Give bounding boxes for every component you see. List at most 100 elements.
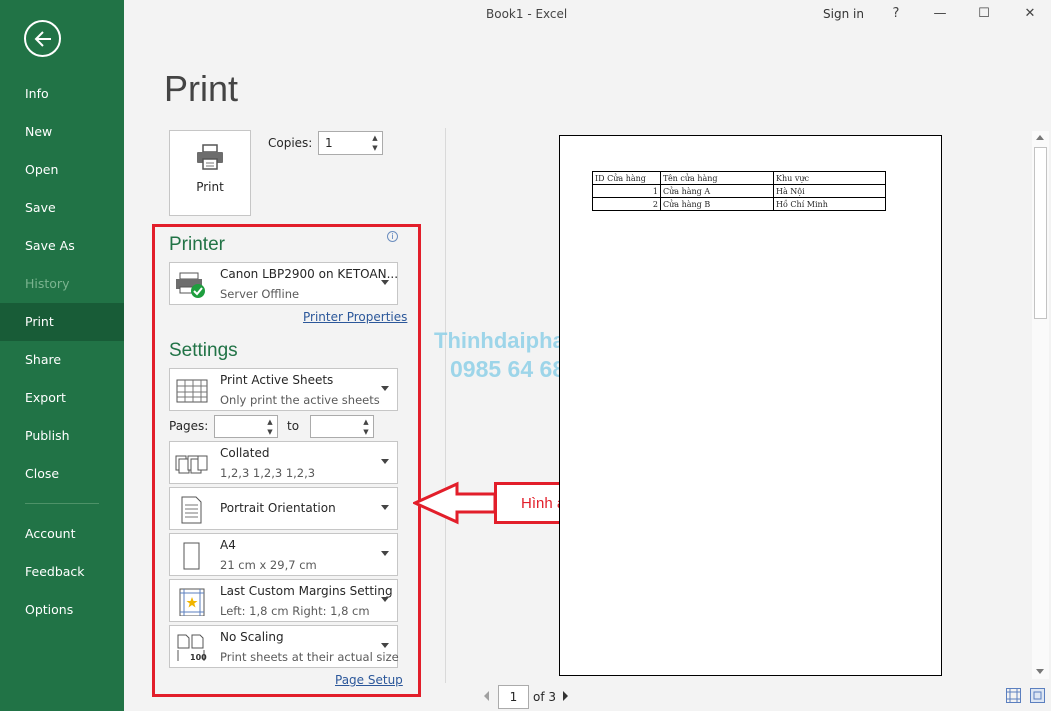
back-button[interactable] [24,20,61,57]
printer-dropdown[interactable]: Canon LBP2900 on KETOAN... Server Offlin… [169,262,398,305]
preview-scrollbar[interactable] [1032,131,1049,679]
collation-main: Collated [220,446,270,460]
nav-publish[interactable]: Publish [0,417,124,455]
zoom-to-page-icon[interactable] [1030,688,1045,703]
print-button[interactable]: Print [169,130,251,216]
table-row: ID Cửa hàng Tên cửa hàng Khu vực [592,171,886,185]
printer-status: Server Offline [220,287,300,301]
table-header-cell: ID Cửa hàng [592,171,661,185]
scaling-sub: Print sheets at their actual size [220,650,399,664]
scroll-up-icon[interactable] [1036,135,1044,140]
minimize-icon[interactable]: — [930,6,950,21]
nav-save[interactable]: Save [0,189,124,227]
page-count: of 3 [533,690,557,704]
orientation-main: Portrait Orientation [220,501,336,515]
scaling-dropdown[interactable]: 100 No Scaling Print sheets at their act… [169,625,399,668]
paper-size-dropdown[interactable]: A4 21 cm x 29,7 cm [169,533,398,576]
prev-page-icon[interactable] [484,691,489,701]
scaling-main: No Scaling [220,630,284,644]
nav-new[interactable]: New [0,113,124,151]
spin-down-icon[interactable]: ▼ [359,427,373,438]
info-icon[interactable]: i [387,231,398,242]
table-row: 1 Cửa hàng A Hà Nội [592,184,886,198]
collation-sub: 1,2,3 1,2,3 1,2,3 [220,466,316,480]
nav-options[interactable]: Options [0,591,124,629]
margins-main: Last Custom Margins Setting [220,584,393,598]
table-cell: 2 [592,197,661,211]
table-cell: Hồ Chí Minh [773,197,886,211]
paper-size-sub: 21 cm x 29,7 cm [220,558,317,572]
nav-info[interactable]: Info [0,75,124,113]
pages-to-label: to [287,419,300,433]
paper-size-main: A4 [220,538,236,552]
chevron-down-icon [381,643,389,648]
current-page-input[interactable]: 1 [498,685,529,709]
print-button-label: Print [196,180,224,194]
printer-properties-link[interactable]: Printer Properties [303,310,407,324]
copies-stepper[interactable]: 1 ▲ ▼ [318,131,383,155]
sheet-grid-icon [176,379,208,403]
print-what-main: Print Active Sheets [220,373,334,387]
nav-share[interactable]: Share [0,341,124,379]
print-preview-page: ID Cửa hàng Tên cửa hàng Khu vực 1 Cửa h… [559,135,942,676]
maximize-icon[interactable]: ☐ [974,6,994,21]
nav-divider [25,503,99,504]
nav-account[interactable]: Account [0,515,124,553]
printer-section-title: Printer [169,234,225,255]
scroll-down-icon[interactable] [1036,669,1044,674]
sign-in-link[interactable]: Sign in [823,7,864,21]
pages-from-input[interactable]: ▲ ▼ [214,415,278,438]
table-cell: Hà Nội [773,184,886,198]
print-what-sub: Only print the active sheets [220,393,380,407]
chevron-down-icon [381,459,389,464]
page-setup-link[interactable]: Page Setup [335,673,403,687]
spin-down-icon[interactable]: ▼ [368,143,382,154]
help-icon[interactable]: ? [886,6,906,21]
collation-dropdown[interactable]: Collated 1,2,3 1,2,3 1,2,3 [169,441,398,484]
window-title: Book1 - Excel [486,7,568,21]
margins-sub: Left: 1,8 cm Right: 1,8 cm [220,604,370,618]
copies-value: 1 [325,136,333,150]
table-cell: 1 [592,184,661,198]
settings-section-title: Settings [169,340,238,361]
next-page-icon[interactable] [563,691,568,701]
show-margins-icon[interactable] [1006,688,1021,703]
spin-down-icon[interactable]: ▼ [263,427,277,438]
print-what-dropdown[interactable]: Print Active Sheets Only print the activ… [169,368,398,411]
scaling-icon-label: 100 [190,653,207,662]
orientation-dropdown[interactable]: Portrait Orientation [169,487,398,530]
nav-print[interactable]: Print [0,303,124,341]
pages-to-input[interactable]: ▲ ▼ [310,415,374,438]
pages-label: Pages: [169,419,209,433]
nav-close[interactable]: Close [0,455,124,493]
margins-dropdown[interactable]: Last Custom Margins Setting Left: 1,8 cm… [169,579,398,622]
title-bar: Book1 - Excel Sign in ? — ☐ ✕ [124,0,1051,30]
table-row: 2 Cửa hàng B Hồ Chí Minh [592,197,886,211]
close-icon[interactable]: ✕ [1020,6,1040,21]
chevron-down-icon [381,386,389,391]
table-cell: Cửa hàng A [660,184,774,198]
nav-save-as[interactable]: Save As [0,227,124,265]
callout-arrow-icon [413,481,497,525]
backstage-nav: Info New Open Save Save As History Print… [0,0,124,711]
chevron-down-icon [381,280,389,285]
table-header-cell: Khu vực [773,171,886,185]
nav-open[interactable]: Open [0,151,124,189]
printer-ready-icon [176,272,205,298]
printer-icon [197,144,223,170]
chevron-down-icon [381,551,389,556]
printer-name: Canon LBP2900 on KETOAN... [220,267,399,281]
scroll-thumb[interactable] [1034,147,1047,319]
nav-feedback[interactable]: Feedback [0,553,124,591]
nav-export[interactable]: Export [0,379,124,417]
portrait-page-icon [181,496,202,524]
nav-history: History [25,276,70,291]
page-title: Print [164,68,239,109]
back-arrow-icon [34,31,51,47]
copies-label: Copies: [268,136,313,150]
panel-divider [445,128,446,683]
table-cell: Cửa hàng B [660,197,774,211]
preview-table: ID Cửa hàng Tên cửa hàng Khu vực 1 Cửa h… [592,171,886,211]
table-header-cell: Tên cửa hàng [660,171,774,185]
chevron-down-icon [381,505,389,510]
